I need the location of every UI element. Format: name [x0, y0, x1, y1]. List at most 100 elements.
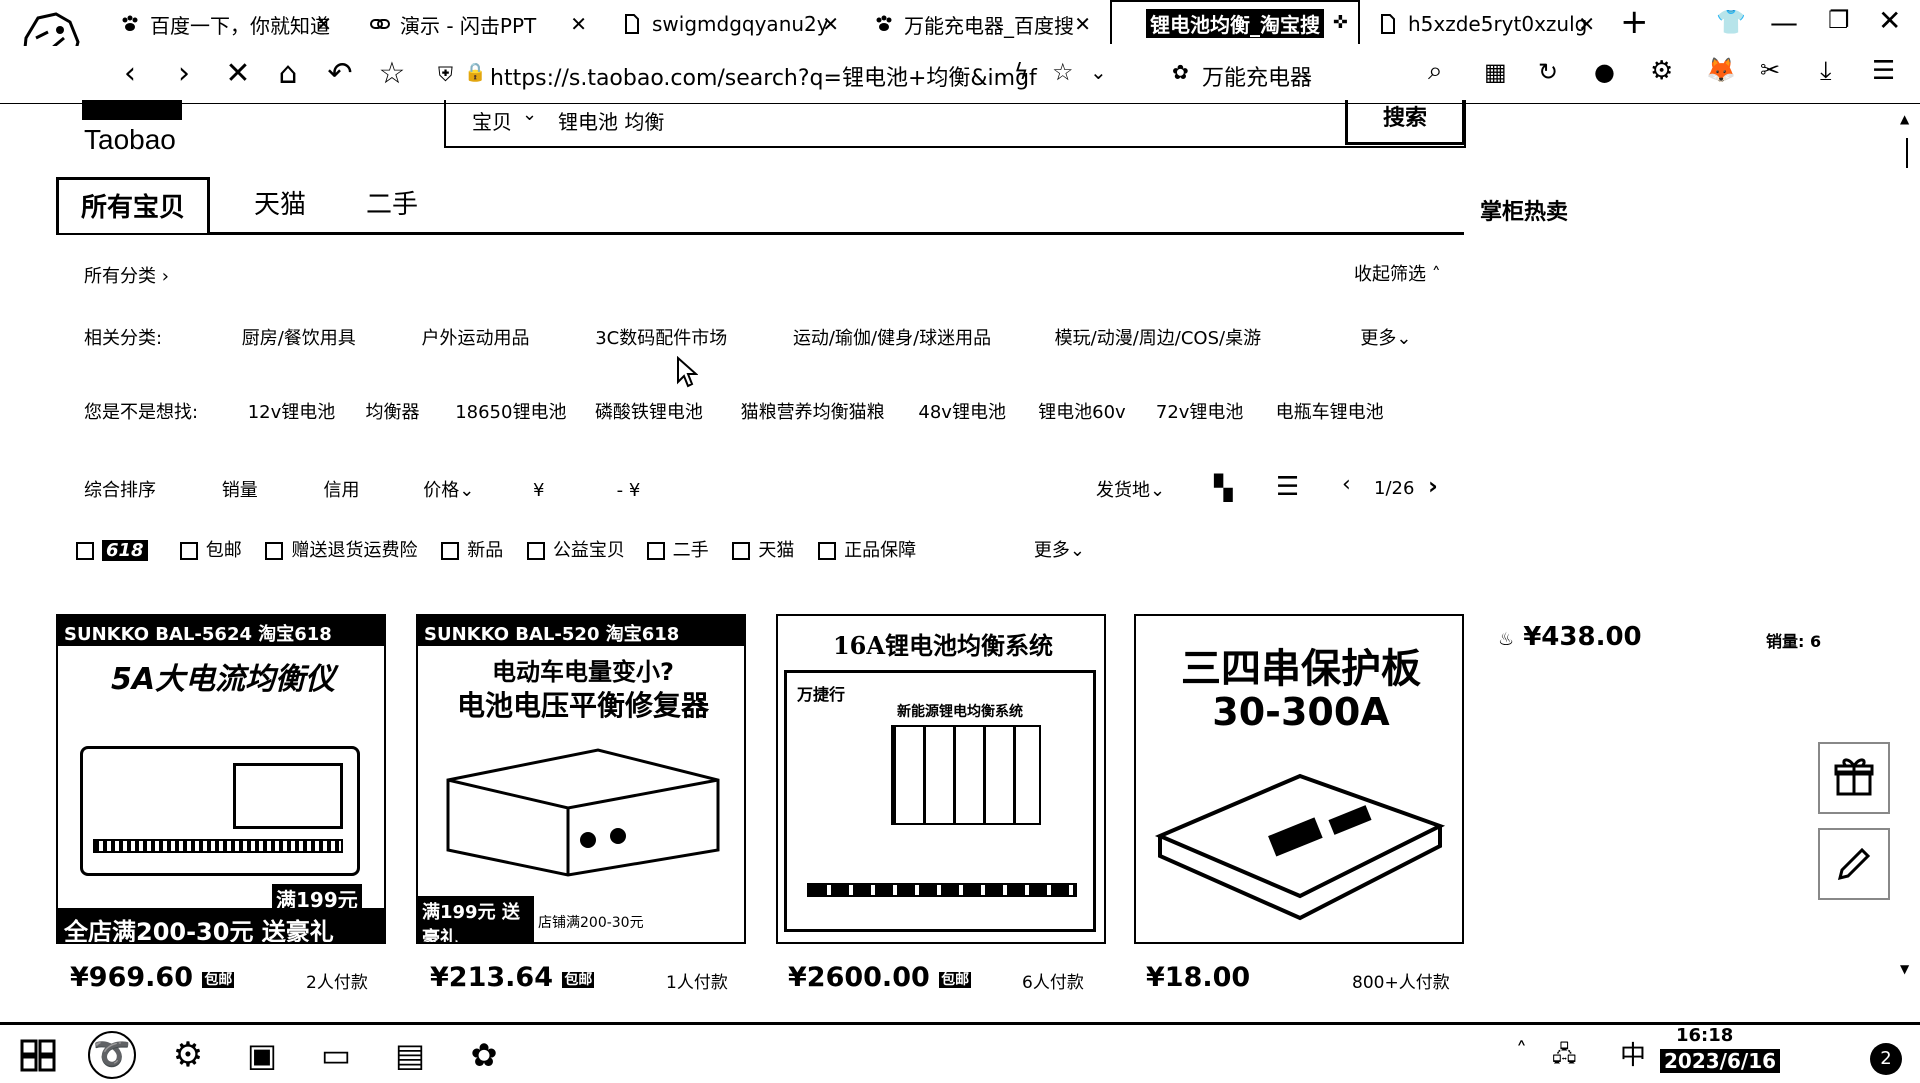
- price-from-input[interactable]: ¥: [533, 480, 611, 501]
- clock-date[interactable]: 2023/6/16: [1660, 1049, 1781, 1073]
- clock-time[interactable]: 16:18: [1676, 1025, 1733, 1046]
- search-button[interactable]: 搜索: [1345, 100, 1465, 145]
- network-icon[interactable]: 🖧: [1552, 1037, 1577, 1075]
- browser-taskbar-icon[interactable]: ➰: [88, 1031, 136, 1079]
- browser-tab[interactable]: swigmdgqyanu2y ✕: [622, 4, 847, 44]
- suggest-item[interactable]: 均衡器: [365, 398, 449, 424]
- image-taskbar-icon[interactable]: ▤: [386, 1031, 434, 1079]
- collapse-filter-button[interactable]: 收起筛选 ˄: [1354, 260, 1441, 286]
- product-image[interactable]: 16A锂电池均衡系统 万捷行 新能源锂电均衡系统: [776, 614, 1106, 944]
- close-icon[interactable]: ✕: [1074, 12, 1091, 36]
- next-page-button[interactable]: ›: [1428, 472, 1438, 500]
- ime-indicator[interactable]: 中: [1620, 1035, 1646, 1072]
- checkbox-new[interactable]: 新品: [441, 536, 521, 562]
- chevron-down-icon[interactable]: ⌄: [522, 104, 537, 125]
- edit-button[interactable]: [1818, 828, 1890, 900]
- browser-tab[interactable]: 万能充电器_百度搜 ✕: [874, 4, 1099, 44]
- tab-second-hand[interactable]: 二手: [342, 177, 442, 233]
- app-taskbar-icon[interactable]: ▣: [238, 1031, 286, 1079]
- price-to-input[interactable]: - ¥: [617, 480, 641, 501]
- lightning-icon[interactable]: ϟ: [1014, 60, 1029, 85]
- close-icon[interactable]: ✕: [315, 12, 332, 36]
- product-image[interactable]: SUNKKO BAL-520 淘宝618 电动车电量变小? 电池电压平衡修复器 …: [416, 614, 746, 944]
- browser-tab[interactable]: 演示 - 闪击PPT ✕: [370, 4, 595, 44]
- fox-icon[interactable]: 🦊: [1706, 56, 1736, 84]
- checkbox-charity[interactable]: 公益宝贝: [526, 536, 641, 562]
- close-icon[interactable]: ✕: [1578, 12, 1595, 36]
- checkbox[interactable]: [646, 542, 665, 560]
- prev-page-button[interactable]: ‹: [1342, 472, 1351, 497]
- suggest-item[interactable]: 48v锂电池: [918, 398, 1032, 424]
- search-scope[interactable]: 宝贝: [472, 106, 512, 135]
- folder-taskbar-icon[interactable]: ▭: [312, 1031, 360, 1079]
- suggest-item[interactable]: 猫粮营养均衡猫粮: [741, 398, 913, 424]
- sort-price[interactable]: 价格⌄: [423, 476, 527, 502]
- checkbox-more-button[interactable]: 更多⌄: [1034, 536, 1085, 562]
- related-more-button[interactable]: 更多⌄: [1360, 324, 1411, 350]
- undo-icon[interactable]: ↶: [322, 56, 358, 92]
- grid-view-icon[interactable]: ▚: [1214, 474, 1232, 502]
- sort-default[interactable]: 综合排序: [84, 476, 216, 502]
- close-icon[interactable]: ✕: [570, 12, 587, 36]
- browser-tab[interactable]: 百度一下，你就知道 ✕: [120, 4, 340, 44]
- restore-button[interactable]: ❐: [1828, 6, 1850, 34]
- close-icon[interactable]: ✕: [822, 12, 839, 36]
- address-bar[interactable]: https://s.taobao.com/search?q=锂电池+均衡&img…: [490, 60, 1037, 92]
- scissors-icon[interactable]: ✂: [1760, 56, 1780, 84]
- checkbox-tmall[interactable]: 天猫: [732, 536, 812, 562]
- tab-tmall[interactable]: 天猫: [230, 177, 330, 233]
- related-category[interactable]: 3C数码配件市场: [595, 324, 787, 350]
- menu-icon[interactable]: ☰: [1872, 56, 1895, 86]
- checkbox-618[interactable]: 618: [76, 540, 174, 561]
- suggest-item[interactable]: 72v锂电池: [1156, 398, 1270, 424]
- checkbox[interactable]: [76, 542, 94, 560]
- browser-tab[interactable]: h5xzde5ryt0xzulg ✕: [1378, 4, 1603, 44]
- star-icon[interactable]: ☆: [374, 56, 410, 92]
- checkbox[interactable]: [179, 542, 198, 560]
- paw-taskbar-icon[interactable]: ✿: [460, 1031, 508, 1079]
- sort-credit[interactable]: 信用: [323, 476, 417, 502]
- bookmark-star-icon[interactable]: ☆: [1052, 58, 1074, 86]
- back-button[interactable]: ‹: [112, 56, 148, 92]
- product-image[interactable]: 三四串保护板 30-300A: [1134, 614, 1464, 944]
- list-view-icon[interactable]: ☰: [1276, 472, 1299, 502]
- download-icon[interactable]: ⤓: [1820, 56, 1832, 87]
- pin-icon[interactable]: ✜: [1333, 12, 1348, 33]
- forward-button[interactable]: ›: [166, 56, 202, 92]
- search-icon[interactable]: ⌕: [1428, 56, 1443, 87]
- scrollbar-thumb[interactable]: [1906, 138, 1908, 168]
- checkbox[interactable]: [265, 542, 284, 560]
- search-box[interactable]: 宝贝 ⌄ 锂电池 均衡: [444, 100, 1466, 148]
- suggest-item[interactable]: 锂电池60v: [1038, 398, 1150, 424]
- gift-button[interactable]: [1818, 742, 1890, 814]
- apps-icon[interactable]: ▦: [1484, 58, 1507, 86]
- windows-start-icon[interactable]: [14, 1031, 62, 1079]
- notification-icon[interactable]: 2: [1870, 1043, 1902, 1075]
- fire-icon[interactable]: ●: [1594, 58, 1615, 86]
- suggest-item[interactable]: 电瓶车锂电池: [1276, 398, 1384, 424]
- minimize-button[interactable]: —: [1770, 6, 1798, 39]
- checkbox-free-shipping[interactable]: 包邮: [179, 536, 260, 562]
- related-category[interactable]: 模玩/动漫/周边/COS/桌游: [1055, 324, 1355, 350]
- checkbox[interactable]: [732, 542, 751, 560]
- suggest-item[interactable]: 磷酸铁锂电池: [595, 398, 735, 424]
- taobao-logo-mark[interactable]: [82, 100, 182, 120]
- close-window-button[interactable]: ✕: [1878, 4, 1901, 37]
- stop-button[interactable]: ✕: [220, 56, 256, 92]
- related-category[interactable]: 运动/瑜伽/健身/球迷用品: [793, 324, 1049, 350]
- home-icon[interactable]: ⌂: [270, 56, 306, 92]
- hot-sale-item[interactable]: ♨ ¥438.00: [1498, 622, 1642, 652]
- chevron-down-icon[interactable]: ⌄: [1090, 60, 1107, 84]
- search-input[interactable]: 锂电池 均衡: [558, 106, 664, 135]
- shirt-icon[interactable]: 👕: [1716, 8, 1746, 36]
- scroll-up-button[interactable]: ▲: [1900, 112, 1909, 126]
- scroll-down-button[interactable]: ▼: [1900, 962, 1909, 976]
- product-image[interactable]: SUNKKO BAL-5624 淘宝618 5A大电流均衡仪 满199元 全店满…: [56, 614, 386, 944]
- checkbox-return-insurance[interactable]: 赠送退货运费险: [265, 536, 435, 562]
- all-categories-link[interactable]: 所有分类 ›: [84, 262, 169, 288]
- tray-expand-icon[interactable]: ˄: [1516, 1039, 1527, 1064]
- ship-from-dropdown[interactable]: 发货地⌄: [1096, 476, 1165, 502]
- suggest-item[interactable]: 18650锂电池: [455, 398, 589, 424]
- sort-sales[interactable]: 销量: [222, 476, 318, 502]
- search-suggestion-link[interactable]: 万能充电器: [1202, 60, 1312, 92]
